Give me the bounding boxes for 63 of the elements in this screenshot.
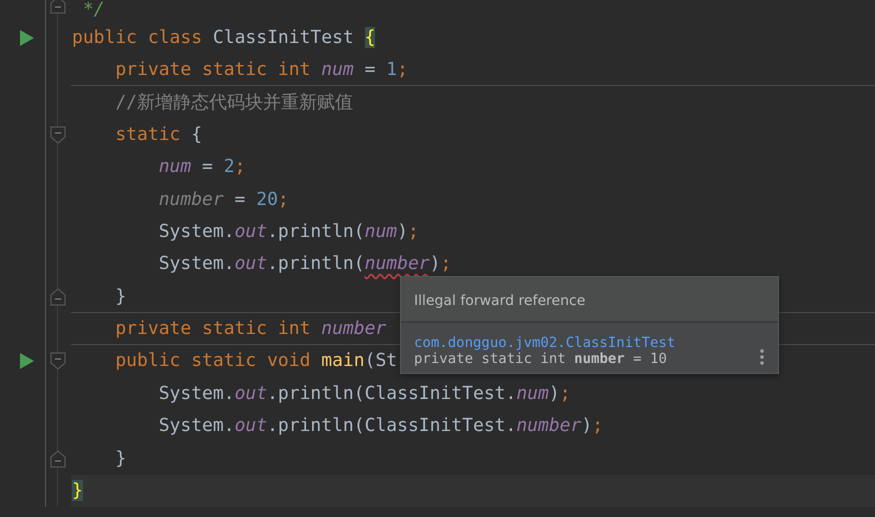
fold-marker-icon[interactable] (50, 352, 66, 370)
code-token: ) (581, 415, 592, 436)
code-token: out (234, 415, 268, 436)
code-token: { (364, 26, 376, 48)
code-token: 20 (256, 188, 278, 210)
code-token: .println( (267, 253, 365, 274)
code-token: static (114, 124, 182, 145)
code-token: = (201, 156, 214, 178)
code-token: ; (408, 220, 419, 242)
code-token: ; (234, 156, 246, 178)
code-token: ; (592, 415, 604, 436)
error-message: Illegal forward reference (414, 293, 586, 309)
code-token: } (114, 286, 126, 307)
code-token: 1 (386, 58, 398, 80)
code-token: = (234, 188, 246, 210)
code-token: //新增静态代码块并重新赋值 (114, 90, 354, 114)
code-token: ; (560, 382, 571, 404)
code-token: private static int (114, 58, 312, 80)
run-icon[interactable] (20, 30, 34, 46)
code-token: private static int (114, 318, 312, 340)
fold-marker-icon[interactable] (50, 450, 66, 468)
code-token: number (364, 253, 430, 274)
fold-marker-icon[interactable] (50, 0, 66, 14)
code-token: num (158, 156, 192, 178)
code-token: ; (440, 253, 452, 274)
run-icon[interactable] (20, 353, 34, 370)
code-token: ClassInitTest (212, 26, 355, 48)
more-options-icon[interactable] (760, 349, 764, 365)
code-token: number (321, 318, 386, 340)
code-token: } (114, 448, 126, 469)
code-token: public class (72, 26, 204, 48)
code-token: .println(ClassInitTest. (267, 415, 516, 436)
code-token: num (516, 382, 549, 404)
code-token: = (364, 58, 376, 80)
code-token: ) (430, 253, 440, 274)
fold-marker-icon[interactable] (50, 126, 66, 144)
code-token: ; (397, 58, 408, 80)
code-token: ) (548, 382, 560, 404)
code-token: out (234, 220, 268, 242)
code-token: (St (364, 350, 398, 372)
code-token: ) (397, 220, 408, 242)
code-token: System. (158, 415, 235, 436)
code-token: out (234, 382, 268, 404)
code-token: out (234, 253, 268, 274)
code-token: System. (158, 253, 235, 274)
class-link[interactable]: com.dongguo.jvm02.ClassInitTest (414, 335, 676, 351)
code-token: System. (158, 382, 235, 404)
code-token: } (72, 480, 83, 502)
code-token: main (321, 350, 365, 372)
code-token: .println( (267, 220, 365, 242)
code-token: num (364, 220, 398, 242)
code-token: */ (82, 0, 105, 20)
code-token: ; (278, 188, 289, 210)
code-token: 2 (224, 156, 235, 178)
code-token: number (158, 188, 224, 210)
code-token: { (191, 124, 202, 145)
code-token: num (321, 58, 354, 80)
code-token: number (516, 415, 582, 436)
code-token: public static void (114, 350, 312, 372)
declaration-text: private static int number = 10 (414, 351, 668, 367)
code-token: .println(ClassInitTest. (267, 382, 516, 404)
code-token: System. (158, 220, 235, 242)
fold-marker-icon[interactable] (50, 288, 66, 306)
